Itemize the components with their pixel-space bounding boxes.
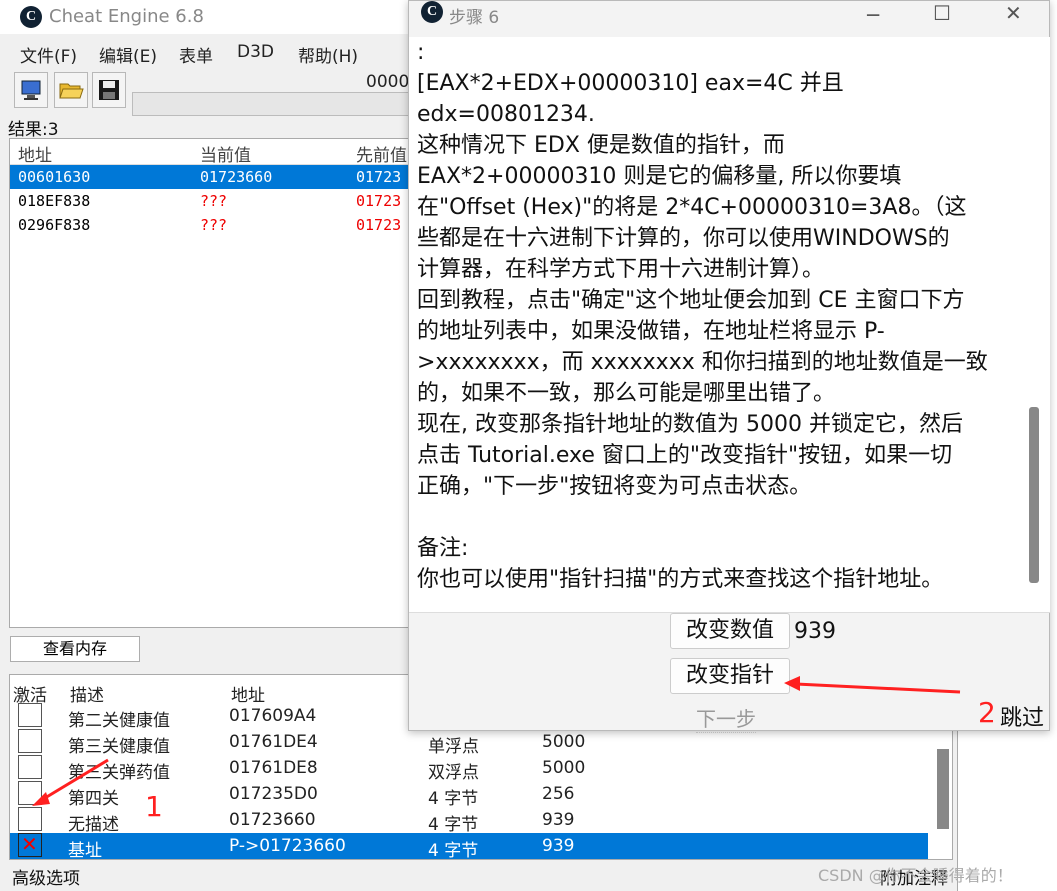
arrow-2 [784, 676, 961, 694]
skip-annotation-text: 跳过 [1000, 706, 1045, 731]
annotation-label-1: 1 [145, 790, 163, 823]
csdn-watermark: CSDN @你不会睡得着的！ [818, 866, 1013, 885]
annotation-arrows [32, 676, 961, 806]
annotation-label-2: 2 [978, 696, 996, 729]
arrow-1 [32, 758, 109, 806]
